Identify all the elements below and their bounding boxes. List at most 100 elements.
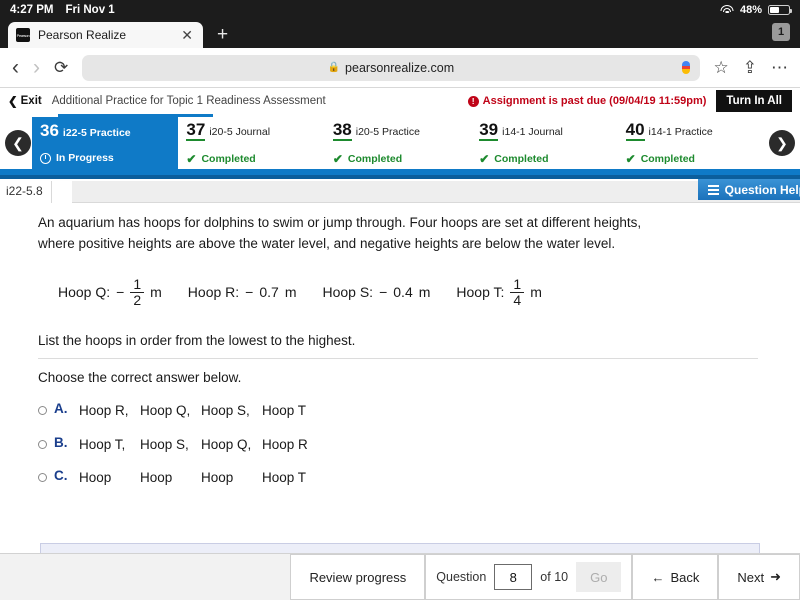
question-body: An aquarium has hoops for dolphins to sw… (0, 203, 800, 488)
plus-icon[interactable]: + (217, 25, 228, 44)
hoop-q-value: Hoop Q: − 1 2 m (58, 277, 162, 307)
hoop-s-number: 0.4 (393, 284, 412, 300)
radio-c[interactable] (38, 473, 47, 482)
divider (38, 358, 758, 359)
review-progress-button[interactable]: Review progress (290, 554, 425, 600)
hoop-values-row: Hoop Q: − 1 2 m Hoop R: − 0.7 m Hoop S: … (58, 277, 758, 307)
ellipsis-icon[interactable]: ⋯ (771, 59, 788, 76)
lock-icon: 🔒 (328, 62, 340, 73)
choose-instruction: Choose the correct answer below. (38, 370, 758, 385)
choice-b-cell-1: Hoop T, (79, 435, 140, 455)
carousel-item-number: 39 (479, 121, 498, 141)
choice-b-cell-4: Hoop R (262, 435, 308, 455)
close-icon[interactable]: ✕ (179, 28, 195, 42)
hoop-t-numerator: 1 (510, 277, 524, 292)
turn-in-all-button[interactable]: Turn In All (716, 90, 792, 112)
check-icon: ✔ (626, 152, 636, 166)
radio-b[interactable] (38, 440, 47, 449)
carousel-item-36[interactable]: 36 i22-5 Practice In Progress (32, 117, 178, 169)
list-icon (708, 185, 719, 195)
hoop-r-value: Hoop R: − 0.7 m (188, 284, 297, 300)
reload-icon[interactable]: ⟳ (54, 58, 68, 78)
carousel-prev-icon[interactable]: ❮ (5, 130, 31, 156)
arrow-right-icon: ➜ (770, 569, 781, 585)
carousel-item-status: Completed (494, 153, 548, 165)
carousel-item-status: Completed (201, 153, 255, 165)
browser-tab[interactable]: Pearson Pearson Realize ✕ (8, 22, 203, 48)
question-text-line2: where positive heights are above the wat… (38, 234, 758, 255)
exit-label: Exit (21, 95, 42, 107)
carousel-item-37[interactable]: 37 i20-5 Journal ✔ Completed (178, 117, 324, 169)
hoop-t-denominator: 4 (510, 292, 524, 308)
exit-button[interactable]: ❮ Exit (8, 94, 42, 108)
choice-a-letter: A. (54, 401, 72, 416)
alert-icon: ! (468, 96, 479, 107)
ios-status-bar: 4:27 PM Fri Nov 1 48% (0, 0, 800, 20)
check-icon: ✔ (186, 152, 196, 166)
hoop-t-unit: m (530, 284, 542, 300)
hoop-s-label: Hoop S: (322, 284, 373, 300)
chevron-right-icon[interactable]: › (33, 57, 40, 78)
choice-c[interactable]: C. Hoop Hoop Hoop Hoop T (38, 468, 758, 488)
choice-a-cell-4: Hoop T (262, 401, 306, 421)
carousel-item-name: i20-5 Journal (209, 126, 270, 138)
radio-a[interactable] (38, 406, 47, 415)
wifi-icon (721, 5, 734, 15)
next-label: Next (737, 570, 764, 585)
browser-toolbar: ‹ › ⟳ 🔒 pearsonrealize.com ☆ ⇪ ⋯ (0, 48, 800, 88)
carousel-next-icon[interactable]: ❯ (769, 130, 795, 156)
hoop-q-numerator: 1 (130, 277, 144, 292)
battery-icon (768, 5, 790, 15)
hoop-q-denominator: 2 (130, 292, 144, 308)
hoop-q-unit: m (150, 284, 162, 300)
question-number-input[interactable] (494, 564, 532, 590)
breadcrumb-fill (72, 181, 800, 203)
back-button[interactable]: ← Back (632, 554, 718, 600)
tab-count-badge[interactable]: 1 (772, 23, 790, 41)
carousel-item-40[interactable]: 40 i14-1 Practice ✔ Completed (618, 117, 764, 169)
question-navigator: Question of 10 Go (425, 554, 632, 600)
carousel-item-39[interactable]: 39 i14-1 Journal ✔ Completed (471, 117, 617, 169)
url-text: pearsonrealize.com (345, 61, 454, 75)
choice-a[interactable]: A. Hoop R, Hoop Q, Hoop S, Hoop T (38, 401, 758, 421)
choice-c-cell-1: Hoop (79, 468, 140, 488)
status-time: 4:27 PM (10, 4, 53, 16)
assignment-title: Additional Practice for Topic 1 Readines… (52, 95, 326, 107)
hoop-r-unit: m (285, 284, 297, 300)
battery-percent: 48% (740, 4, 762, 16)
question-label: Question (436, 570, 486, 584)
hoop-q-fraction: 1 2 (130, 277, 144, 307)
question-help-button[interactable]: Question Help (698, 179, 800, 200)
arrow-left-icon: ← (651, 570, 664, 585)
breadcrumb-row: i22-5.8 Question Help (0, 179, 800, 203)
chevron-left-icon[interactable]: ‹ (12, 57, 19, 78)
address-bar[interactable]: 🔒 pearsonrealize.com (82, 55, 699, 81)
share-icon[interactable]: ⇪ (743, 59, 757, 76)
carousel-item-38[interactable]: 38 i20-5 Practice ✔ Completed (325, 117, 471, 169)
carousel-item-number: 40 (626, 121, 645, 141)
choice-b[interactable]: B. Hoop T, Hoop S, Hoop Q, Hoop R (38, 435, 758, 455)
hoop-r-sign: − (245, 284, 253, 300)
go-button[interactable]: Go (576, 562, 621, 592)
hoop-s-sign: − (379, 284, 387, 300)
carousel-track: 36 i22-5 Practice In Progress 37 i20-5 J… (36, 117, 764, 169)
carousel-item-number: 37 (186, 121, 205, 141)
pearson-favicon: Pearson (16, 28, 30, 42)
microphone-icon[interactable] (682, 61, 690, 74)
breadcrumb[interactable]: i22-5.8 (0, 181, 52, 203)
hoop-q-sign: − (116, 284, 124, 300)
past-due-status: ! Assignment is past due (09/04/19 11:59… (468, 95, 707, 107)
status-date: Fri Nov 1 (65, 4, 114, 16)
assignment-carousel: ❮ 36 i22-5 Practice In Progress 37 i20-5… (0, 117, 800, 169)
carousel-item-name: i14-1 Practice (649, 126, 713, 138)
carousel-item-number: 36 (40, 121, 59, 141)
next-button[interactable]: Next ➜ (718, 554, 800, 600)
carousel-item-name: i14-1 Journal (502, 126, 563, 138)
answer-choices: A. Hoop R, Hoop Q, Hoop S, Hoop T B. Hoo… (38, 401, 758, 488)
choice-a-cell-1: Hoop R, (79, 401, 140, 421)
check-icon: ✔ (479, 152, 489, 166)
carousel-item-name: i22-5 Practice (63, 127, 131, 139)
star-icon[interactable]: ☆ (714, 59, 729, 76)
browser-tab-strip: Pearson Pearson Realize ✕ + 1 (0, 20, 800, 48)
choice-b-cell-2: Hoop S, (140, 435, 201, 455)
